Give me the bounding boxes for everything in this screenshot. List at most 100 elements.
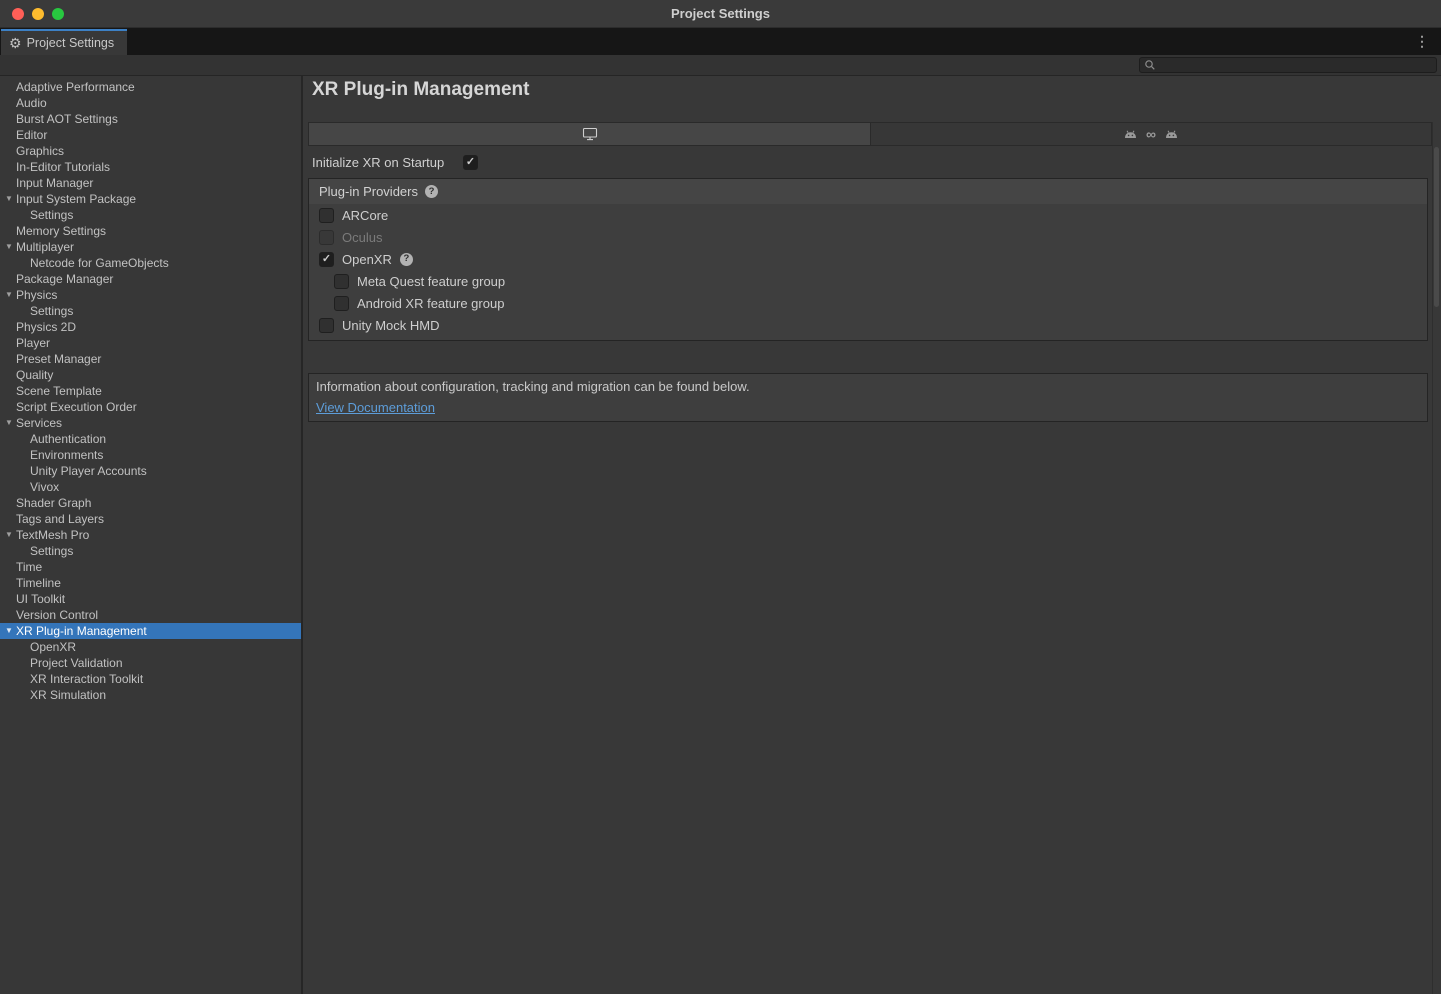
sidebar-item-label: Graphics xyxy=(16,143,64,159)
sidebar-item-label: Input Manager xyxy=(16,175,93,191)
sidebar-item-memory-settings[interactable]: Memory Settings xyxy=(0,223,301,239)
provider-row-meta-quest-feature-group: Meta Quest feature group xyxy=(309,270,1427,292)
sidebar-item-physics-2d[interactable]: Physics 2D xyxy=(0,319,301,335)
initialize-xr-label: Initialize XR on Startup xyxy=(312,155,463,170)
sidebar-item-preset-manager[interactable]: Preset Manager xyxy=(0,351,301,367)
view-documentation-link[interactable]: View Documentation xyxy=(316,400,435,415)
tab-label: Project Settings xyxy=(27,36,115,50)
foldout-triangle-icon[interactable]: ▼ xyxy=(3,415,15,431)
sidebar-item-label: Project Validation xyxy=(30,655,123,671)
sidebar-item-authentication[interactable]: Authentication xyxy=(0,431,301,447)
provider-row-openxr: ✓ OpenXR? xyxy=(309,248,1427,270)
platform-tab-desktop[interactable] xyxy=(309,123,870,145)
page-title: XR Plug-in Management xyxy=(312,79,529,101)
monitor-icon xyxy=(582,127,598,141)
sidebar-item-environments[interactable]: Environments xyxy=(0,447,301,463)
tab-project-settings[interactable]: ⚙ Project Settings xyxy=(1,29,127,55)
scrollbar-thumb[interactable] xyxy=(1434,147,1439,307)
sidebar-item-label: Scene Template xyxy=(16,383,102,399)
sidebar-item-ui-toolkit[interactable]: UI Toolkit xyxy=(0,591,301,607)
sidebar-item-audio[interactable]: Audio xyxy=(0,95,301,111)
sidebar-item-label: TextMesh Pro xyxy=(16,527,89,543)
foldout-triangle-icon[interactable]: ▼ xyxy=(3,623,15,639)
provider-checkbox[interactable] xyxy=(319,208,334,223)
provider-checkbox[interactable] xyxy=(319,318,334,333)
help-icon[interactable]: ? xyxy=(400,253,413,266)
sidebar-item-scene-template[interactable]: Scene Template xyxy=(0,383,301,399)
main-panel: XR Plug-in Management ∞ Initialize XR on… xyxy=(303,76,1441,994)
sidebar-item-label: Services xyxy=(16,415,62,431)
sidebar-item-package-manager[interactable]: Package Manager xyxy=(0,271,301,287)
sidebar-item-in-editor-tutorials[interactable]: In-Editor Tutorials xyxy=(0,159,301,175)
editor-tab-bar: ⚙ Project Settings ⋮ xyxy=(0,28,1441,55)
window-titlebar: Project Settings xyxy=(0,0,1441,28)
sidebar-item-label: UI Toolkit xyxy=(16,591,65,607)
sidebar-item-settings[interactable]: Settings xyxy=(0,303,301,319)
sidebar-item-openxr[interactable]: OpenXR xyxy=(0,639,301,655)
provider-checkbox[interactable] xyxy=(334,274,349,289)
sidebar-item-graphics[interactable]: Graphics xyxy=(0,143,301,159)
provider-checkbox[interactable] xyxy=(334,296,349,311)
sidebar-item-label: In-Editor Tutorials xyxy=(16,159,110,175)
sidebar-item-multiplayer[interactable]: ▼Multiplayer xyxy=(0,239,301,255)
sidebar-item-xr-plug-in-management[interactable]: ▼XR Plug-in Management xyxy=(0,623,301,639)
foldout-triangle-icon[interactable]: ▼ xyxy=(3,239,15,255)
sidebar-item-label: Player xyxy=(16,335,50,351)
foldout-triangle-icon[interactable]: ▼ xyxy=(3,527,15,543)
sidebar-item-version-control[interactable]: Version Control xyxy=(0,607,301,623)
sidebar-item-label: Physics xyxy=(16,287,57,303)
sidebar-item-label: XR Interaction Toolkit xyxy=(30,671,143,687)
sidebar-item-label: Timeline xyxy=(16,575,61,591)
sidebar-item-label: Netcode for GameObjects xyxy=(30,255,169,271)
sidebar-item-xr-interaction-toolkit[interactable]: XR Interaction Toolkit xyxy=(0,671,301,687)
sidebar-item-timeline[interactable]: Timeline xyxy=(0,575,301,591)
sidebar-item-textmesh-pro[interactable]: ▼TextMesh Pro xyxy=(0,527,301,543)
scrollbar-track xyxy=(1432,122,1433,994)
sidebar-item-shader-graph[interactable]: Shader Graph xyxy=(0,495,301,511)
sidebar-item-settings[interactable]: Settings xyxy=(0,207,301,223)
sidebar-item-label: Editor xyxy=(16,127,47,143)
sidebar-item-unity-player-accounts[interactable]: Unity Player Accounts xyxy=(0,463,301,479)
sidebar-item-label: Preset Manager xyxy=(16,351,101,367)
sidebar-item-input-manager[interactable]: Input Manager xyxy=(0,175,301,191)
kebab-menu-icon[interactable]: ⋮ xyxy=(1415,32,1429,50)
platform-tabstrip: ∞ xyxy=(308,122,1432,146)
sidebar-item-tags-and-layers[interactable]: Tags and Layers xyxy=(0,511,301,527)
sidebar-item-label: Settings xyxy=(30,543,73,559)
sidebar-item-project-validation[interactable]: Project Validation xyxy=(0,655,301,671)
android-icon xyxy=(1124,130,1137,139)
sidebar-item-player[interactable]: Player xyxy=(0,335,301,351)
provider-checkbox[interactable]: ✓ xyxy=(319,252,334,267)
window-title: Project Settings xyxy=(0,6,1441,21)
sidebar-item-netcode-for-gameobjects[interactable]: Netcode for GameObjects xyxy=(0,255,301,271)
sidebar-item-label: Tags and Layers xyxy=(16,511,104,527)
foldout-triangle-icon[interactable]: ▼ xyxy=(3,191,15,207)
sidebar-item-input-system-package[interactable]: ▼Input System Package xyxy=(0,191,301,207)
settings-sidebar: Adaptive PerformanceAudioBurst AOT Setti… xyxy=(0,76,303,994)
sidebar-item-xr-simulation[interactable]: XR Simulation xyxy=(0,687,301,703)
sidebar-item-label: Quality xyxy=(16,367,53,383)
sidebar-item-burst-aot-settings[interactable]: Burst AOT Settings xyxy=(0,111,301,127)
provider-label: OpenXR xyxy=(342,252,392,267)
help-icon[interactable]: ? xyxy=(425,185,438,198)
sidebar-item-quality[interactable]: Quality xyxy=(0,367,301,383)
sidebar-item-label: Version Control xyxy=(16,607,98,623)
sidebar-item-editor[interactable]: Editor xyxy=(0,127,301,143)
sidebar-item-label: Physics 2D xyxy=(16,319,76,335)
platform-tab-android[interactable]: ∞ xyxy=(870,123,1431,145)
sidebar-item-services[interactable]: ▼Services xyxy=(0,415,301,431)
foldout-triangle-icon[interactable]: ▼ xyxy=(3,287,15,303)
sidebar-item-time[interactable]: Time xyxy=(0,559,301,575)
initialize-xr-checkbox[interactable]: ✓ xyxy=(463,155,478,170)
meta-icon: ∞ xyxy=(1146,127,1156,141)
sidebar-item-vivox[interactable]: Vivox xyxy=(0,479,301,495)
search-box[interactable] xyxy=(1139,57,1437,73)
gear-icon: ⚙ xyxy=(9,36,22,50)
sidebar-item-adaptive-performance[interactable]: Adaptive Performance xyxy=(0,79,301,95)
provider-row-unity-mock-hmd: Unity Mock HMD xyxy=(309,314,1427,336)
sidebar-item-settings[interactable]: Settings xyxy=(0,543,301,559)
sidebar-item-label: Shader Graph xyxy=(16,495,91,511)
sidebar-item-physics[interactable]: ▼Physics xyxy=(0,287,301,303)
sidebar-item-script-execution-order[interactable]: Script Execution Order xyxy=(0,399,301,415)
search-input[interactable] xyxy=(1156,59,1432,71)
